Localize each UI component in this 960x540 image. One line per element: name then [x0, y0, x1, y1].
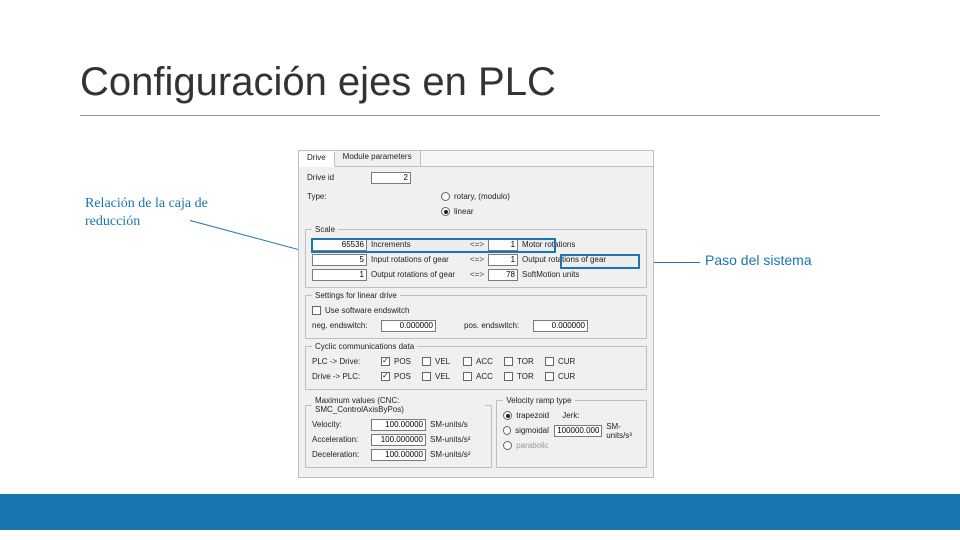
max-legend: Maximum values (CNC: SMC_ControlAxisByPo… — [312, 396, 485, 414]
pos-end-label: pos. endswitch: — [464, 321, 529, 330]
drive-id-label: Drive id — [307, 173, 367, 182]
decel-label: Deceleration: — [312, 450, 367, 459]
plc-acc-check[interactable] — [463, 357, 472, 366]
linear-group: Settings for linear drive Use software e… — [305, 291, 647, 339]
drv-cur-check[interactable] — [545, 372, 554, 381]
plc-vel-check[interactable] — [422, 357, 431, 366]
radio-parabolic[interactable] — [503, 441, 512, 450]
annotation-gearbox: Relación de la caja de reducción — [85, 195, 215, 230]
footer-bar — [0, 494, 960, 530]
radio-linear-label: linear — [454, 207, 474, 216]
title-underline — [80, 115, 880, 116]
velocity-unit: SM-units/s — [430, 420, 468, 429]
type-label: Type: — [307, 192, 437, 201]
neg-end-input[interactable] — [381, 320, 436, 332]
ramp-legend: Velocity ramp type — [503, 396, 574, 405]
ramp-group: Velocity ramp type trapezoid Jerk: sigmo… — [496, 396, 647, 468]
drv-vel-check[interactable] — [422, 372, 431, 381]
annotation-line-left — [190, 220, 306, 252]
cyclic-legend: Cyclic communications data — [312, 342, 417, 351]
decel-input[interactable] — [371, 449, 426, 461]
scale-legend: Scale — [312, 225, 338, 234]
drv-pos-check[interactable] — [381, 372, 390, 381]
jerk-input[interactable] — [554, 425, 602, 437]
input-rot-label: Input rotations of gear — [371, 255, 466, 264]
drive-config-panel: Drive Module parameters Drive id Type: r… — [298, 150, 654, 478]
tor-label: TOR — [517, 357, 541, 366]
scale-group: Scale Increments <=> Motor rotations Inp… — [305, 225, 647, 288]
radio-sigmoidal[interactable] — [503, 426, 511, 435]
velocity-label: Velocity: — [312, 420, 367, 429]
input-rot-input[interactable] — [312, 254, 367, 266]
cur-label2: CUR — [558, 372, 582, 381]
jerk-unit: SM-units/s³ — [606, 422, 640, 440]
jerk-label: Jerk: — [562, 411, 579, 420]
cyclic-group: Cyclic communications data PLC -> Drive:… — [305, 342, 647, 390]
accel-unit: SM-units/s² — [430, 435, 470, 444]
output-rot-input[interactable] — [488, 254, 518, 266]
cur-label: CUR — [558, 357, 582, 366]
output-rot-label: Output rotations of gear — [522, 255, 606, 264]
tab-bar: Drive Module parameters — [299, 151, 653, 167]
max-group: Maximum values (CNC: SMC_ControlAxisByPo… — [305, 396, 492, 468]
radio-rotary-label: rotary, (modulo) — [454, 192, 510, 201]
plc-pos-check[interactable] — [381, 357, 390, 366]
output-rot2-input[interactable] — [312, 269, 367, 281]
motor-rot-label: Motor rotations — [522, 240, 575, 249]
vel-label: VEL — [435, 357, 459, 366]
page-title: Configuración ejes en PLC — [80, 60, 556, 105]
drive-id-input[interactable] — [371, 172, 411, 184]
plc-cur-check[interactable] — [545, 357, 554, 366]
decel-unit: SM-units/s² — [430, 450, 470, 459]
increments-label: Increments — [371, 240, 466, 249]
acc-label: ACC — [476, 357, 500, 366]
increments-input[interactable] — [312, 239, 367, 251]
use-sw-check[interactable] — [312, 306, 321, 315]
neg-end-label: neg. endswitch: — [312, 321, 377, 330]
pos-label: POS — [394, 357, 418, 366]
accel-input[interactable] — [371, 434, 426, 446]
annotation-pitch: Paso del sistema — [705, 252, 812, 270]
motor-rot-input[interactable] — [488, 239, 518, 251]
pos-end-input[interactable] — [533, 320, 588, 332]
drv-tor-check[interactable] — [504, 372, 513, 381]
tab-module-params[interactable]: Module parameters — [335, 151, 421, 166]
radio-rotary[interactable] — [441, 192, 450, 201]
tab-drive[interactable]: Drive — [299, 152, 335, 167]
vel-label2: VEL — [435, 372, 459, 381]
output-rot2-label: Output rotations of gear — [371, 270, 466, 279]
trap-label: trapezoid — [516, 411, 558, 420]
arrow-icon: <=> — [470, 255, 484, 264]
radio-linear[interactable] — [441, 207, 450, 216]
plc-drive-label: PLC -> Drive: — [312, 357, 377, 366]
radio-trapezoid[interactable] — [503, 411, 512, 420]
arrow-icon: <=> — [470, 240, 484, 249]
use-sw-label: Use software endswitch — [325, 306, 409, 315]
linear-legend: Settings for linear drive — [312, 291, 400, 300]
drv-acc-check[interactable] — [463, 372, 472, 381]
plc-tor-check[interactable] — [504, 357, 513, 366]
accel-label: Acceleration: — [312, 435, 367, 444]
drive-plc-label: Drive -> PLC: — [312, 372, 377, 381]
softmotion-label: SoftMotion units — [522, 270, 579, 279]
softmotion-input[interactable] — [488, 269, 518, 281]
acc-label2: ACC — [476, 372, 500, 381]
arrow-icon: <=> — [470, 270, 484, 279]
sig-label: sigmoidal — [515, 426, 550, 435]
velocity-input[interactable] — [371, 419, 426, 431]
tor-label2: TOR — [517, 372, 541, 381]
pos-label2: POS — [394, 372, 418, 381]
par-label: parabolic — [516, 441, 548, 450]
